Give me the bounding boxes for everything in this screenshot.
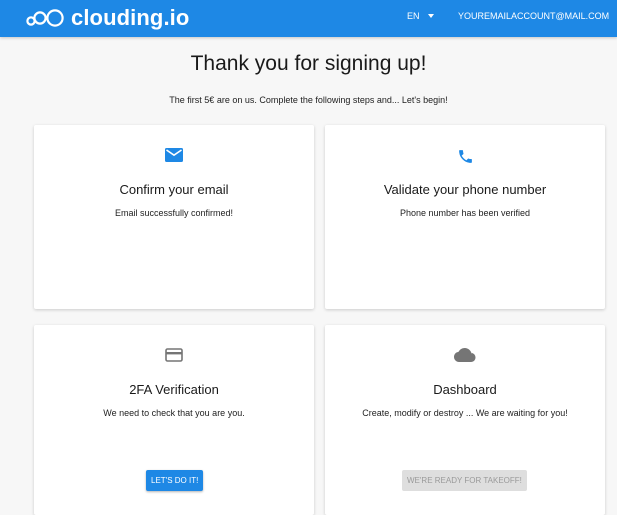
cloud-icon [325, 348, 605, 363]
ready-for-takeoff-button[interactable]: WE'RE READY FOR TAKEOFF! [402, 470, 527, 491]
brand-logo[interactable]: clouding.io [26, 4, 189, 32]
card-validate-phone: Validate your phone number Phone number … [325, 125, 605, 309]
card-title: Validate your phone number [383, 182, 547, 197]
account-email: YOUREMAILACCOUNT@MAIL.COM [458, 11, 610, 21]
account-menu[interactable]: YOUREMAILACCOUNT@MAIL.COM [458, 11, 617, 21]
card-title: 2FA Verification [129, 382, 219, 397]
top-navbar: clouding.io EN YOUREMAILACCOUNT@MAIL.COM [0, 0, 617, 37]
email-icon [34, 148, 314, 162]
clouding-logo-icon [26, 8, 66, 28]
page-title: Thank you for signing up! [190, 52, 427, 75]
lets-do-it-button[interactable]: LET'S DO IT! [146, 470, 204, 491]
card-status-text: Phone number has been verified [399, 208, 531, 218]
card-confirm-email: Confirm your email Email successfully co… [34, 125, 314, 309]
page-subtitle: The first 5€ are on us. Complete the fol… [169, 95, 448, 105]
language-label: EN [407, 11, 420, 21]
language-selector[interactable]: EN [407, 11, 434, 21]
brand-name: clouding.io [71, 5, 190, 30]
card-dashboard: Dashboard Create, modify or destroy ... … [325, 325, 605, 515]
card-2fa-verification: 2FA Verification We need to check that y… [34, 325, 314, 515]
card-title: Dashboard [433, 382, 497, 397]
card-description: We need to check that you are you. [103, 408, 245, 418]
phone-icon [325, 148, 605, 165]
card-title: Confirm your email [119, 182, 229, 197]
card-status-text: Email successfully confirmed! [114, 208, 234, 218]
card-description: Create, modify or destroy ... We are wai… [362, 408, 568, 418]
chevron-down-icon [427, 14, 434, 18]
credit-card-icon [34, 348, 314, 362]
